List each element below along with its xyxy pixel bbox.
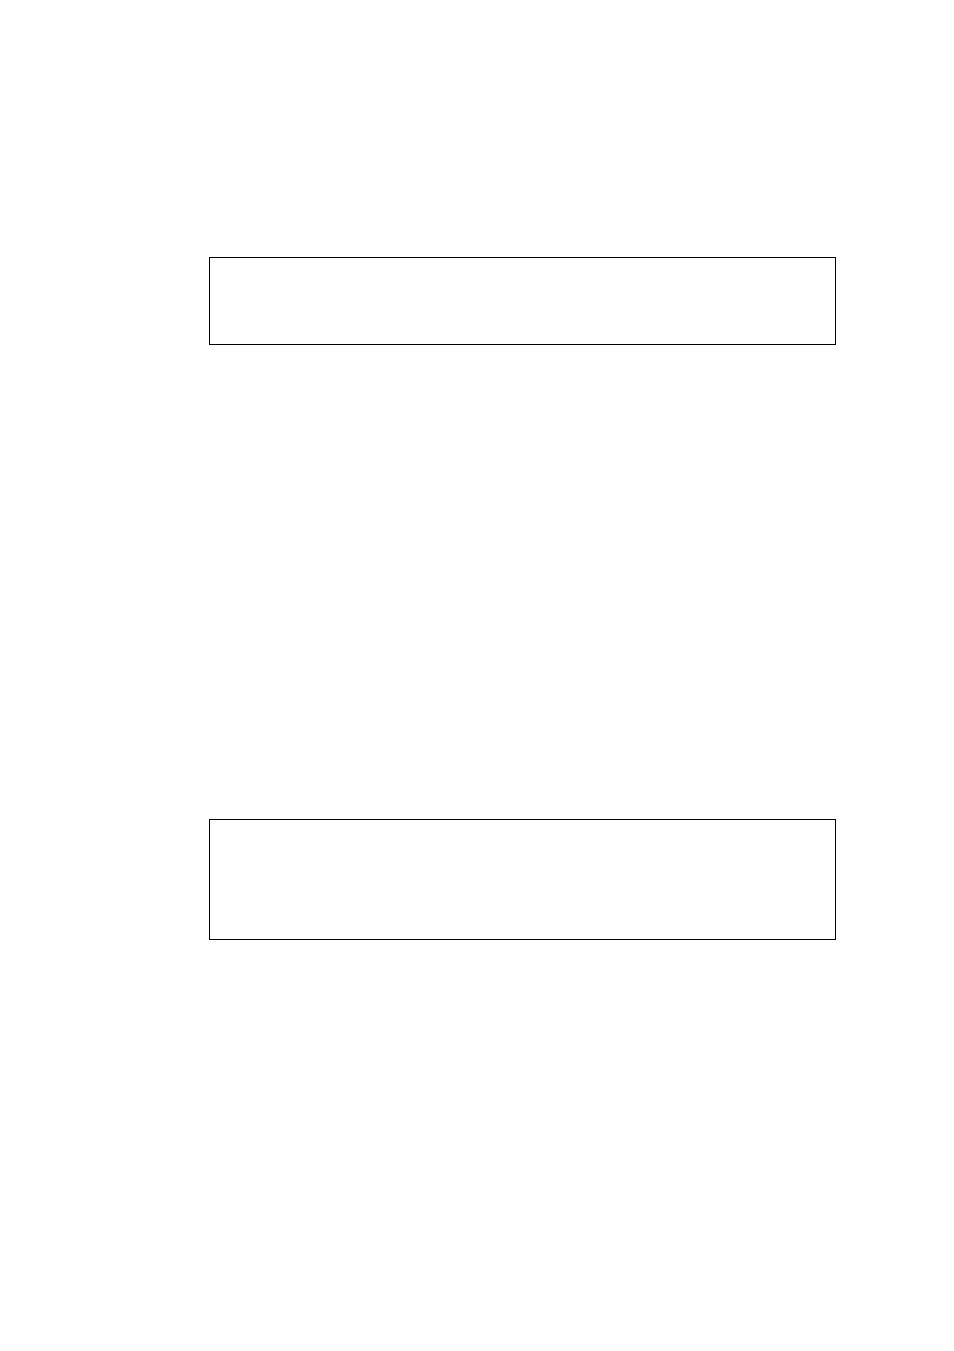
- outlined-box-upper: [209, 257, 836, 345]
- outlined-box-lower: [209, 819, 836, 940]
